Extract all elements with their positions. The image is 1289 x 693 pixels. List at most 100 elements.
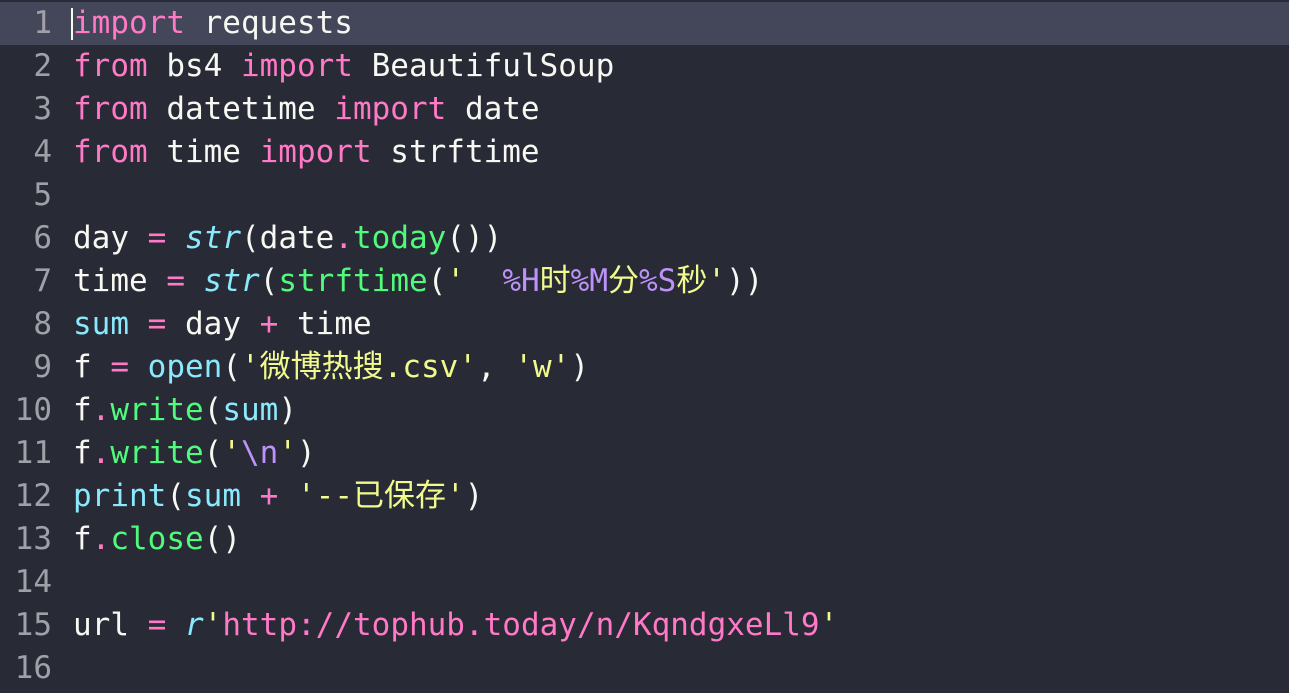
code-line[interactable]: 1 import requests — [0, 2, 1289, 45]
code-text: from time import strftime — [73, 131, 540, 174]
code-token: . — [91, 435, 111, 471]
code-text: f.close() — [73, 518, 241, 561]
code-token: () — [203, 521, 241, 557]
code-token: day — [166, 306, 260, 342]
code-token: ( — [203, 435, 223, 471]
code-line[interactable]: 10 f.write(sum) — [0, 389, 1289, 432]
code-token: close — [110, 521, 204, 557]
code-token: bs4 — [147, 48, 241, 84]
code-line[interactable]: 11 f.write('\n') — [0, 432, 1289, 475]
code-text: f.write('\n') — [73, 432, 316, 475]
code-token: sum — [73, 306, 129, 342]
code-line[interactable]: 5 — [0, 174, 1289, 217]
line-number: 1 — [33, 5, 52, 41]
code-line[interactable]: 12 print(sum + '--已保存') — [0, 475, 1289, 518]
code-token: write — [110, 435, 204, 471]
code-text: url = r'http://tophub.today/n/KqndgxeLl9… — [73, 604, 838, 647]
line-number: 11 — [14, 435, 52, 471]
code-token: import — [73, 5, 185, 41]
code-line[interactable]: 2 from bs4 import BeautifulSoup — [0, 45, 1289, 88]
line-number: 16 — [14, 650, 52, 686]
line-number: 5 — [33, 177, 52, 213]
code-token: from — [73, 91, 148, 127]
code-text: time = str(strftime(' %H时%M分%S秒')) — [73, 260, 763, 303]
code-token: datetime — [147, 91, 335, 127]
code-line[interactable]: 13 f.close() — [0, 518, 1289, 561]
code-token: = — [166, 263, 185, 299]
code-token: , — [476, 349, 515, 385]
code-token: ) — [464, 478, 484, 514]
code-token: %H — [502, 263, 540, 299]
line-number: 7 — [33, 263, 52, 299]
code-token: str — [203, 263, 260, 299]
code-token: \n — [241, 435, 279, 471]
code-token: %S — [638, 263, 677, 299]
code-token: from — [73, 48, 148, 84]
code-line[interactable]: 16 — [0, 647, 1289, 690]
code-token: (date — [241, 220, 335, 256]
code-token: write — [110, 392, 204, 428]
code-line[interactable]: 8 sum = day + time — [0, 303, 1289, 346]
code-token: 秒' — [676, 263, 726, 299]
code-token: )) — [725, 263, 764, 299]
code-line[interactable]: 6 day = str(date.today()) — [0, 217, 1289, 260]
code-token: ()) — [446, 220, 503, 256]
code-token: f — [73, 392, 92, 428]
code-text: day = str(date.today()) — [73, 217, 502, 260]
line-number: 4 — [33, 134, 52, 170]
code-line[interactable]: 9f = open('微博热搜.csv', 'w') — [0, 346, 1289, 389]
line-number: 14 — [14, 564, 52, 600]
code-token: BeautifulSoup — [352, 48, 615, 84]
code-line[interactable]: 4 from time import strftime — [0, 131, 1289, 174]
code-token: open — [147, 349, 223, 385]
code-line[interactable]: 3 from datetime import date — [0, 88, 1289, 131]
code-token: 分 — [607, 263, 639, 299]
code-token: strftime — [278, 263, 428, 299]
code-token: 'w' — [514, 349, 571, 385]
code-token: = — [147, 607, 167, 643]
code-token: ) — [278, 392, 298, 428]
code-token: = — [147, 306, 167, 342]
code-line[interactable]: 14 — [0, 561, 1289, 604]
code-token: r — [185, 607, 204, 643]
code-token: time — [278, 306, 372, 342]
code-text: print(sum + '--已保存') — [73, 475, 483, 518]
line-number: 3 — [33, 91, 52, 127]
code-token: str — [185, 220, 241, 256]
code-token: http://tophub.today/n/KqndgxeLl9 — [222, 607, 820, 643]
code-token: ( — [427, 263, 447, 299]
code-token: . — [334, 220, 353, 256]
code-token: 时 — [539, 263, 571, 299]
code-text: f.write(sum) — [73, 389, 297, 432]
code-token: sum — [222, 392, 279, 428]
code-token: ' — [222, 435, 242, 471]
code-token: requests — [184, 5, 353, 41]
code-token: . — [91, 521, 111, 557]
code-token: ' — [278, 435, 298, 471]
code-text: import requests — [73, 2, 353, 45]
code-token: = — [147, 220, 167, 256]
code-token: ( — [203, 392, 223, 428]
code-token: time — [73, 263, 167, 299]
code-token: url — [73, 607, 148, 643]
line-number: 12 — [14, 478, 52, 514]
code-token: + — [259, 306, 279, 342]
code-token: + — [259, 478, 279, 514]
code-editor[interactable]: 1 import requests 2 from bs4 import Beautif… — [0, 0, 1289, 693]
code-text: sum = day + time — [73, 303, 372, 346]
code-line[interactable]: 7 time = str(strftime(' %H时%M分%S秒')) — [0, 260, 1289, 303]
code-token: ' — [446, 263, 503, 299]
line-number: 2 — [33, 48, 52, 84]
code-token: f — [73, 521, 92, 557]
code-token: time — [147, 134, 260, 170]
code-token: today — [353, 220, 447, 256]
code-token: ( — [166, 478, 185, 514]
line-number: 13 — [14, 521, 52, 557]
code-line[interactable]: 15 url = r'http://tophub.today/n/KqndgxeL… — [0, 604, 1289, 647]
code-token: day — [73, 220, 148, 256]
